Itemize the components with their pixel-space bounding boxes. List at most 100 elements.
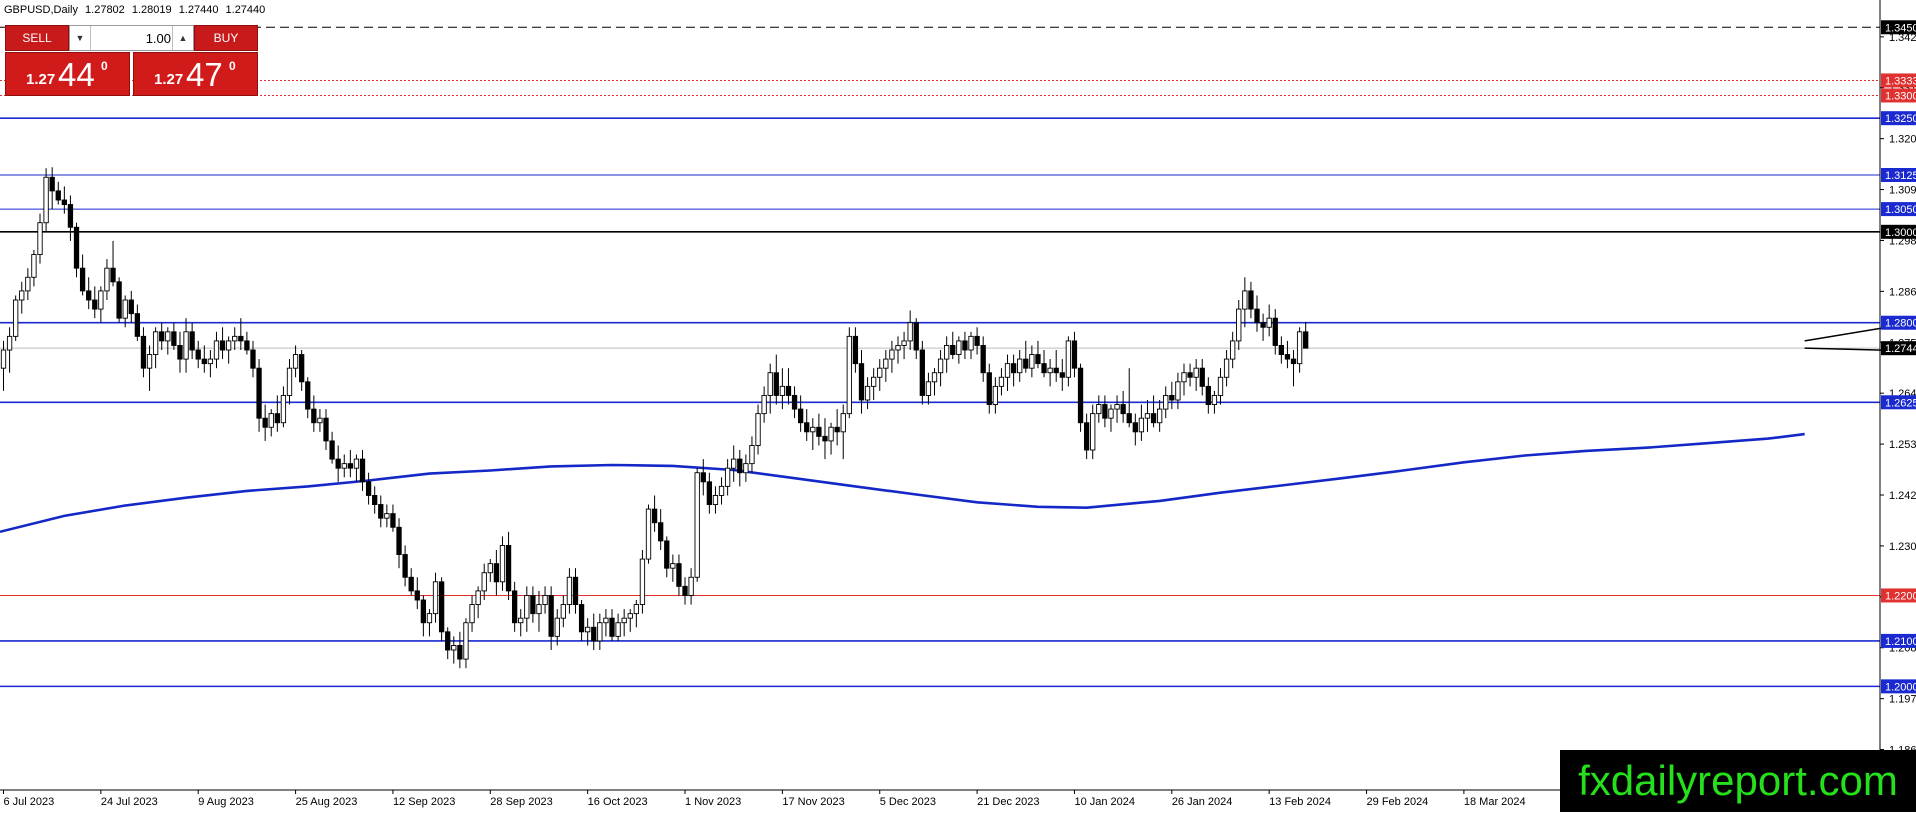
candle-body — [834, 426, 840, 433]
candle-body — [907, 322, 913, 342]
candle-body — [1071, 340, 1078, 369]
candle-body — [816, 426, 822, 437]
y-tick-label: 1.24210 — [1889, 490, 1916, 502]
candle-body — [566, 576, 573, 605]
candle-body — [578, 604, 585, 633]
candle-body — [335, 458, 341, 469]
candle-body — [390, 513, 396, 528]
candle-body — [889, 349, 895, 360]
badge-label: 1.33330 — [1885, 75, 1916, 87]
candle-body — [822, 435, 828, 442]
candle-body — [1010, 363, 1017, 374]
candle-body — [658, 522, 664, 542]
buy-price-box[interactable]: 1.27 47 0 — [133, 52, 258, 96]
chart-background — [0, 0, 1916, 812]
candle-body — [1248, 290, 1254, 310]
candle-body — [463, 622, 469, 660]
high-value: 1.28019 — [131, 4, 172, 16]
candle-body — [645, 508, 652, 560]
candle-body — [676, 563, 682, 587]
candle-body — [755, 413, 761, 446]
x-tick-label: 25 Aug 2023 — [296, 796, 358, 808]
current-price-badge: 1.27440 — [1881, 341, 1916, 356]
x-tick-label: 24 Jul 2023 — [101, 796, 158, 808]
buy-button[interactable]: BUY — [194, 25, 258, 51]
triangle-down-icon[interactable]: ▼ — [70, 26, 91, 50]
level-badge: 1.28000 — [1881, 315, 1916, 330]
candle-body — [1156, 408, 1163, 424]
candle-body — [378, 504, 384, 519]
sell-button[interactable]: SELL — [5, 25, 69, 51]
triangle-up-icon[interactable]: ▲ — [172, 26, 193, 50]
candle-body — [43, 176, 49, 224]
price-chart[interactable]: 1.342901.331701.320501.309301.298101.286… — [0, 0, 1916, 812]
candle-body — [1132, 422, 1138, 433]
candle-body — [37, 222, 43, 255]
candle-body — [773, 372, 779, 396]
candle-body — [86, 290, 92, 301]
sell-price-fraction: 0 — [101, 59, 108, 73]
candle-body — [682, 585, 688, 596]
x-tick-label: 21 Dec 2023 — [977, 796, 1039, 808]
y-tick-label: 1.19730 — [1889, 694, 1916, 706]
level-badge: 1.22000 — [1881, 588, 1916, 603]
level-badge: 1.30000 — [1881, 224, 1916, 239]
candle-body — [481, 572, 487, 592]
candle-body — [274, 413, 280, 424]
candle-body — [201, 358, 207, 365]
candle-body — [974, 335, 980, 346]
sell-price-box[interactable]: 1.27 44 0 — [5, 52, 130, 96]
candle-body — [828, 426, 834, 442]
candle-body — [61, 199, 68, 205]
candle-body — [353, 458, 360, 469]
candle-body — [1035, 354, 1041, 365]
candle-body — [1284, 354, 1291, 360]
candle-body — [785, 385, 792, 396]
candle-body — [615, 622, 621, 637]
candle-body — [1217, 376, 1224, 396]
candle-body — [633, 604, 639, 615]
candle-body — [445, 631, 451, 651]
level-badge: 1.33330 — [1881, 73, 1916, 88]
candle-body — [986, 372, 992, 405]
candle-body — [256, 367, 262, 419]
candle-body — [724, 467, 731, 487]
candle-body — [1041, 363, 1047, 374]
y-tick-label: 1.23090 — [1889, 541, 1916, 553]
candle-body — [286, 367, 293, 396]
badge-label: 1.33000 — [1885, 90, 1916, 102]
candle-body — [1090, 413, 1096, 451]
candle-body — [67, 204, 74, 228]
candle-body — [639, 558, 646, 605]
candle-body — [1150, 413, 1157, 424]
candle — [846, 327, 852, 419]
candle-body — [1083, 422, 1090, 451]
candle-body — [268, 413, 274, 428]
candle-body — [305, 381, 311, 410]
candle-body — [177, 345, 183, 360]
candle-body — [1181, 372, 1187, 383]
candle-body — [475, 590, 481, 605]
candle-body — [603, 617, 609, 624]
sell-price-prefix: 1.27 — [26, 71, 56, 88]
candle-body — [146, 354, 153, 369]
candle-body — [1278, 345, 1285, 355]
candle-body — [469, 604, 475, 624]
candle-body — [457, 645, 463, 660]
trade-panel-top: SELL ▼ ▲ BUY — [5, 25, 258, 51]
lot-size-input[interactable] — [92, 27, 173, 49]
sell-price-pips: 44 — [58, 56, 95, 93]
candle-body — [396, 526, 402, 555]
candle-body — [901, 340, 907, 346]
badge-label: 1.27440 — [1885, 343, 1916, 355]
candle-body — [1053, 367, 1059, 374]
candle-body — [347, 463, 353, 469]
level-badge: 1.34500 — [1881, 20, 1916, 35]
candle-body — [1102, 404, 1108, 419]
candle-body — [797, 408, 804, 424]
candle-body — [1303, 331, 1309, 349]
candle-body — [810, 426, 816, 433]
candle-body — [250, 349, 256, 369]
candle-body — [1175, 381, 1181, 401]
candle-body — [1126, 413, 1132, 424]
